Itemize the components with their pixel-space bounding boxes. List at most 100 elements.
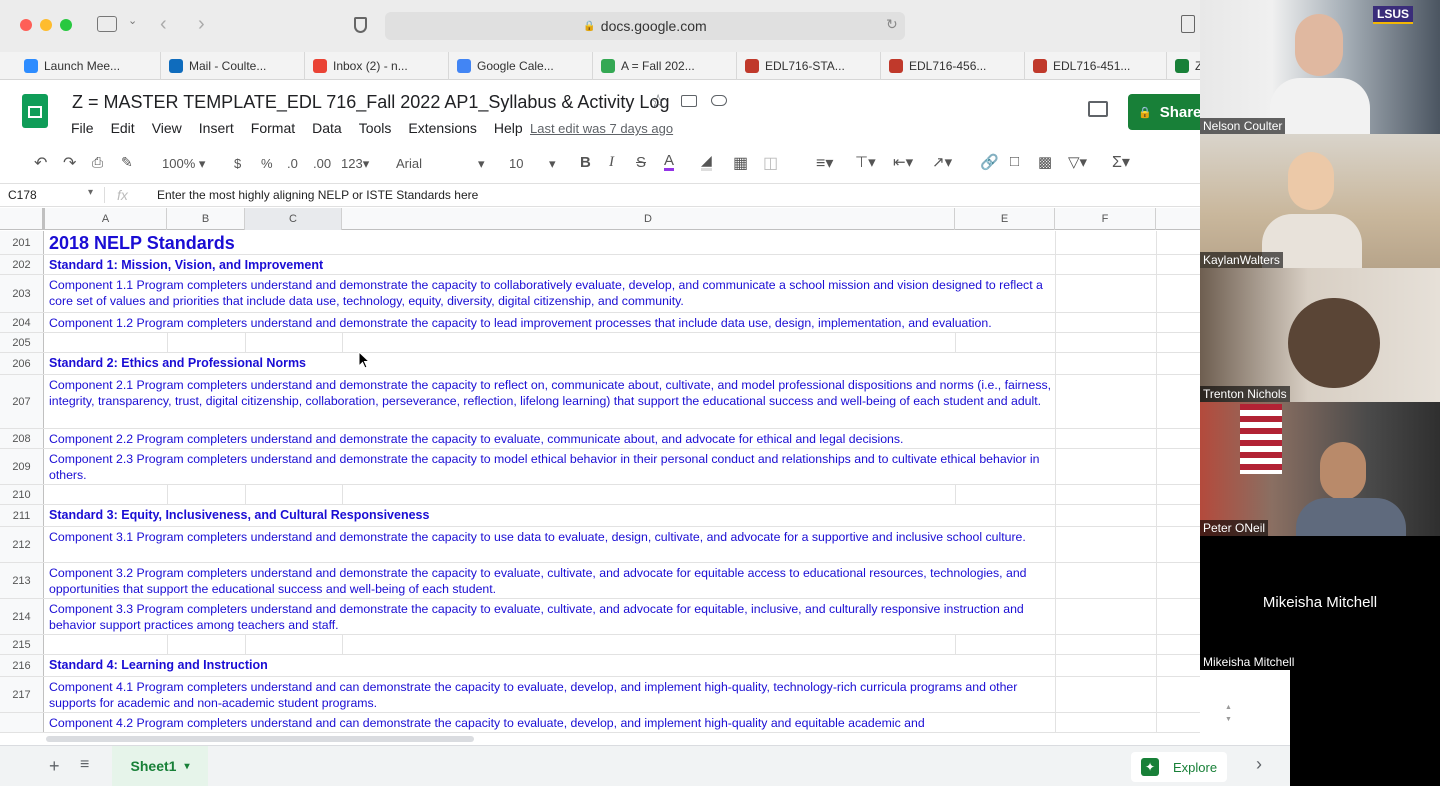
participant-tile-2[interactable]: KaylanWalters	[1200, 134, 1440, 268]
currency-format-button[interactable]: $	[234, 156, 241, 171]
sheets-logo-icon[interactable]	[22, 94, 48, 128]
row-number[interactable]: 202	[0, 255, 44, 274]
zoom-select[interactable]: 100% ▾	[162, 156, 205, 172]
select-all-corner[interactable]	[0, 208, 45, 230]
component-cell[interactable]: Component 1.1 Program completers underst…	[49, 277, 1053, 309]
percent-format-button[interactable]: %	[261, 156, 273, 171]
row-number[interactable]: 204	[0, 313, 44, 332]
name-box[interactable]: C178	[8, 188, 37, 202]
row-number[interactable]: 216	[0, 655, 44, 676]
row-number[interactable]: 215	[0, 635, 44, 654]
undo-icon[interactable]: ↶	[34, 153, 47, 173]
vertical-align-icon[interactable]: ⊤▾	[855, 153, 876, 171]
component-cell[interactable]: Component 2.3 Program completers underst…	[49, 451, 1053, 483]
bookmark-0[interactable]: Launch Mee...	[16, 52, 120, 80]
column-header-a[interactable]: A	[45, 208, 167, 230]
participant-tile-3[interactable]: Trenton Nichols	[1200, 268, 1440, 402]
zoom-window-button[interactable]	[60, 19, 72, 31]
menu-data[interactable]: Data	[312, 120, 342, 136]
sheet-tab-sheet1[interactable]: Sheet1 ▾	[112, 746, 208, 786]
chevron-right-icon[interactable]: ›	[1256, 754, 1262, 775]
print-icon[interactable]: ⎙	[92, 154, 103, 171]
table-row[interactable]: 214 Component 3.3 Program completers unde…	[0, 599, 1200, 635]
text-rotation-icon[interactable]: ↗▾	[932, 153, 952, 171]
explore-button[interactable]: ✦ Explore	[1131, 752, 1227, 782]
bookmark-1[interactable]: Mail - Coulte...	[160, 52, 266, 80]
table-row[interactable]: 213 Component 3.2 Program completers unde…	[0, 563, 1200, 599]
filter-icon[interactable]: ▽▾	[1068, 153, 1087, 171]
bookmark-2[interactable]: Inbox (2) - n...	[304, 52, 408, 80]
document-title[interactable]: Z = MASTER TEMPLATE_EDL 716_Fall 2022 AP…	[72, 92, 669, 113]
table-row[interactable]: 217 Component 4.1 Program completers unde…	[0, 677, 1200, 713]
column-header-b[interactable]: B	[167, 208, 245, 230]
row-number[interactable]: 206	[0, 353, 44, 374]
row-number[interactable]: 203	[0, 275, 44, 312]
table-row[interactable]: 201 2018 NELP Standards	[0, 231, 1200, 255]
menu-view[interactable]: View	[152, 120, 182, 136]
standard-cell[interactable]: Standard 4: Learning and Instruction	[49, 657, 1053, 673]
forward-arrow-icon[interactable]: ›	[198, 13, 205, 36]
table-row[interactable]: 205	[0, 333, 1200, 353]
star-icon[interactable]: ☆	[650, 91, 666, 112]
text-color-icon[interactable]: A	[664, 153, 675, 171]
move-folder-icon[interactable]	[681, 95, 697, 107]
row-number[interactable]: 208	[0, 429, 44, 448]
participant-tile-4[interactable]: Peter ONeil	[1200, 402, 1440, 536]
component-cell[interactable]: Component 3.1 Program completers underst…	[49, 529, 1053, 545]
standard-cell[interactable]: Standard 3: Equity, Inclusiveness, and C…	[49, 507, 1053, 523]
component-cell[interactable]: Component 3.2 Program completers underst…	[49, 565, 1053, 597]
fill-color-icon[interactable]: ◢	[701, 153, 712, 171]
menu-insert[interactable]: Insert	[199, 120, 234, 136]
insert-link-icon[interactable]: 🔗	[980, 153, 999, 171]
last-edit-link[interactable]: Last edit was 7 days ago	[530, 121, 673, 136]
bookmark-6[interactable]: EDL716-456...	[880, 52, 986, 80]
component-cell[interactable]: Component 2.2 Program completers underst…	[49, 431, 1053, 447]
row-number[interactable]: 201	[0, 231, 44, 254]
close-window-button[interactable]	[20, 19, 32, 31]
section-heading-cell[interactable]: 2018 NELP Standards	[49, 232, 1053, 254]
row-number[interactable]	[0, 713, 44, 732]
column-header-e[interactable]: E	[955, 208, 1055, 230]
bookmark-5[interactable]: EDL716-STA...	[736, 52, 845, 80]
row-number[interactable]: 213	[0, 563, 44, 598]
table-row[interactable]: 209 Component 2.3 Program completers unde…	[0, 449, 1200, 485]
minimize-window-button[interactable]	[40, 19, 52, 31]
paint-format-icon[interactable]: ✎	[121, 154, 133, 171]
insert-comment-icon[interactable]: □	[1010, 153, 1019, 170]
horizontal-scrollbar[interactable]	[46, 736, 474, 742]
bookmark-4[interactable]: A = Fall 202...	[592, 52, 695, 80]
menu-edit[interactable]: Edit	[111, 120, 135, 136]
row-number[interactable]: 210	[0, 485, 44, 504]
column-header-c[interactable]: C	[245, 208, 342, 230]
borders-icon[interactable]: ▦	[733, 153, 748, 173]
functions-icon[interactable]: Σ▾	[1112, 152, 1130, 172]
row-number[interactable]: 207	[0, 375, 44, 428]
reload-icon[interactable]: ↻	[886, 16, 898, 33]
table-row[interactable]: Component 4.2 Program completers underst…	[0, 713, 1200, 733]
text-wrapping-icon[interactable]: ⇤▾	[893, 153, 913, 171]
component-cell[interactable]: Component 3.3 Program completers underst…	[49, 601, 1053, 633]
redo-icon[interactable]: ↷	[63, 153, 76, 173]
row-number[interactable]: 205	[0, 333, 44, 352]
insert-chart-icon[interactable]: ▩	[1038, 153, 1052, 171]
vertical-scrollbar[interactable]: ▲ ▼	[1222, 700, 1234, 745]
participant-tile-1[interactable]: LSUS Nelson Coulter	[1200, 0, 1440, 134]
sidebar-toggle-icon[interactable]	[97, 16, 117, 32]
spreadsheet-grid[interactable]: 201 2018 NELP Standards 202 Standard 1: Mis…	[0, 231, 1200, 734]
menu-file[interactable]: File	[71, 120, 94, 136]
all-sheets-icon[interactable]: ≡	[80, 756, 89, 774]
merge-cells-icon[interactable]: ◫	[763, 153, 778, 173]
address-bar[interactable]: 🔒 docs.google.com	[385, 12, 905, 40]
table-row[interactable]: 202 Standard 1: Mission, Vision, and Impr…	[0, 255, 1200, 275]
table-row[interactable]: 206 Standard 2: Ethics and Professional N…	[0, 353, 1200, 375]
table-row[interactable]: 204 Component 1.2 Program completers unde…	[0, 313, 1200, 333]
row-number[interactable]: 211	[0, 505, 44, 526]
bold-icon[interactable]: B	[580, 154, 591, 171]
share-page-icon[interactable]	[1181, 15, 1195, 33]
component-cell[interactable]: Component 4.2 Program completers underst…	[49, 715, 1053, 731]
font-size-select[interactable]: 10 ▾	[509, 156, 559, 171]
standard-cell[interactable]: Standard 1: Mission, Vision, and Improve…	[49, 257, 1053, 273]
share-button[interactable]: 🔒 Share	[1128, 94, 1208, 130]
table-row[interactable]: 216 Standard 4: Learning and Instruction	[0, 655, 1200, 677]
table-row[interactable]: 210	[0, 485, 1200, 505]
